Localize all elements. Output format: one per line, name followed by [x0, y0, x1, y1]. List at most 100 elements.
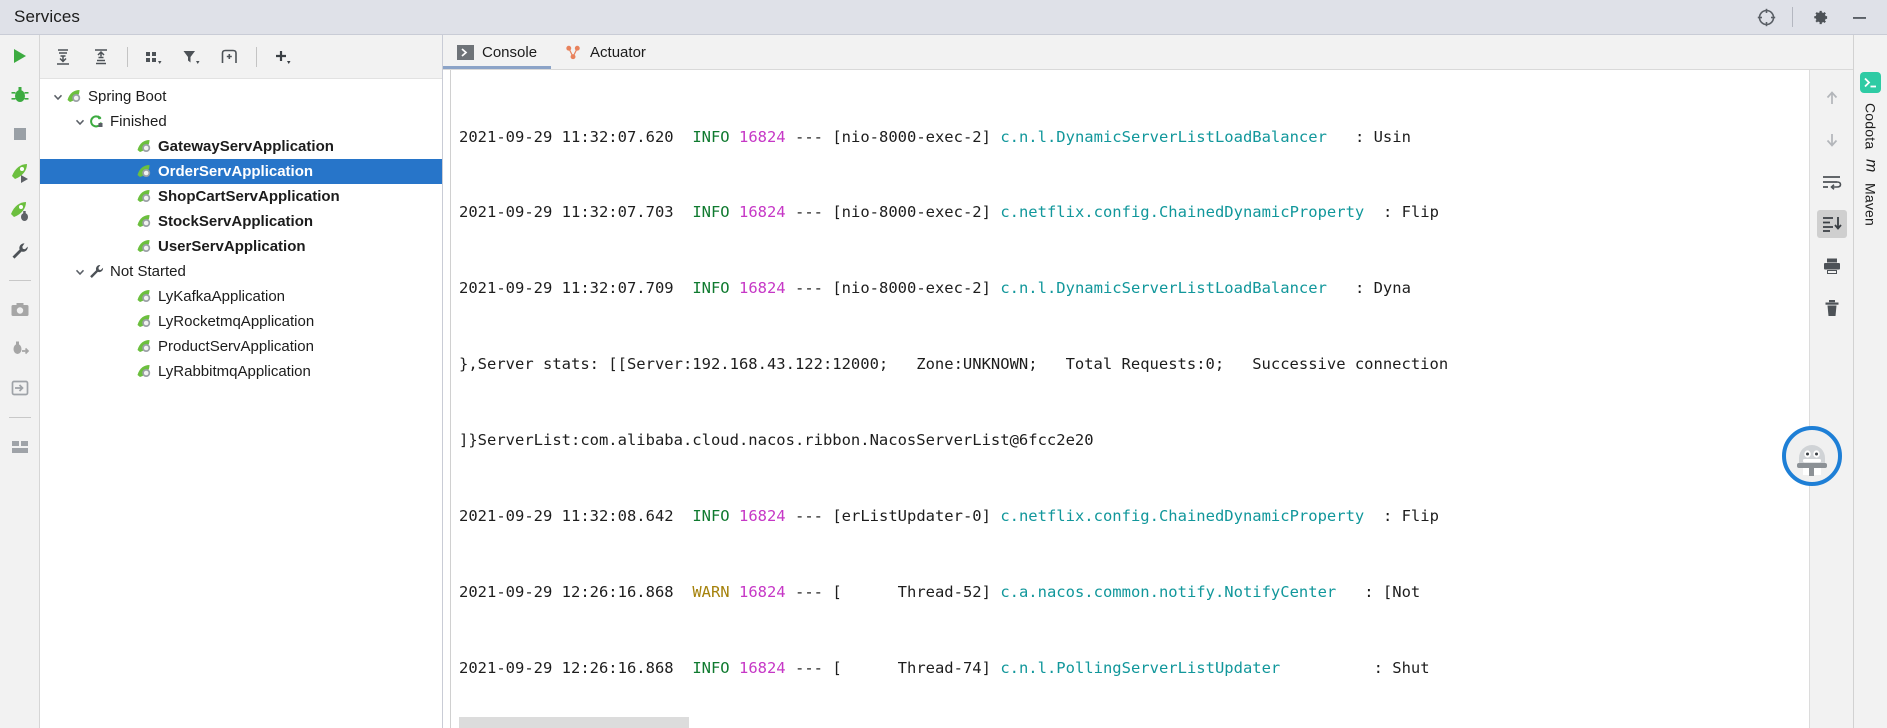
tree-node-label: StockServApplication	[158, 213, 314, 230]
log-message: : [Not	[1364, 582, 1421, 601]
tree-node-label: OrderServApplication	[158, 163, 314, 180]
log-logger: c.n.l.PollingServerListUpdater	[1000, 658, 1281, 677]
chevron-down-icon[interactable]	[50, 89, 66, 105]
spring-boot-icon	[136, 163, 153, 180]
log-message: : Flip	[1382, 203, 1439, 222]
soft-wrap-icon[interactable]	[1817, 168, 1847, 196]
tree-node-not-started[interactable]: Not Started	[40, 259, 442, 284]
toolbar-divider	[8, 280, 31, 281]
scroll-to-end-icon[interactable]	[1816, 210, 1847, 238]
log-timestamp: 2021-09-29 12:26:16.868	[459, 582, 674, 601]
services-tree[interactable]: Spring Boot Finished GatewayServApplicat…	[40, 79, 442, 728]
log-logger: c.netflix.config.ChainedDynamicProperty	[1000, 203, 1365, 222]
settings-icon[interactable]	[1799, 0, 1839, 34]
wrench-icon[interactable]	[7, 238, 33, 264]
add-tab-icon[interactable]	[213, 41, 247, 73]
tree-node-shopcartservapplication[interactable]: ShopCartServApplication	[40, 184, 442, 209]
log-timestamp: 2021-09-29 11:32:07.709	[459, 279, 674, 298]
tree-node-orderservapplication[interactable]: OrderServApplication	[40, 159, 442, 184]
title-bar: Services	[0, 0, 1887, 35]
up-arrow-icon[interactable]	[1817, 84, 1847, 112]
log-pid: 16824	[738, 582, 786, 601]
tree-node-lyrocketmqapplication[interactable]: LyRocketmqApplication	[40, 309, 442, 334]
tree-node-userservapplication[interactable]: UserServApplication	[40, 234, 442, 259]
tab-console[interactable]: Console	[443, 35, 552, 69]
log-level: INFO	[692, 203, 730, 222]
log-pid: 16824	[738, 658, 786, 677]
tree-node-spring-boot[interactable]: Spring Boot	[40, 84, 442, 109]
codota-icon[interactable]	[1860, 71, 1882, 93]
tree-node-label: Finished	[110, 113, 167, 130]
tree-node-label: ProductServApplication	[158, 338, 314, 355]
toolbar-divider	[127, 46, 128, 67]
attach-process-icon[interactable]	[7, 336, 33, 362]
tool-tab-codota[interactable]: Codota	[1863, 103, 1879, 149]
debug-dashboard-icon[interactable]	[7, 199, 33, 225]
tree-node-label: UserServApplication	[158, 238, 306, 255]
chevron-down-icon[interactable]	[72, 114, 88, 130]
tree-node-label: LyRabbitmqApplication	[158, 363, 311, 380]
log-thread: [ Thread-74]	[832, 658, 991, 677]
tab-actuator[interactable]: Actuator	[551, 35, 660, 69]
tree-node-stockservapplication[interactable]: StockServApplication	[40, 209, 442, 234]
console-line: 2021-09-29 12:26:16.868 WARN 16824 --- […	[459, 582, 1421, 601]
spring-boot-icon	[136, 313, 153, 330]
console-pane: Console Actuator 2021-09-29 11:32:07.620…	[443, 35, 1853, 728]
collapse-all-icon[interactable]	[84, 41, 118, 73]
log-timestamp: 2021-09-29 12:26:16.868	[459, 658, 674, 677]
run-icon[interactable]	[7, 43, 33, 69]
log-thread: [nio-8000-exec-2]	[832, 279, 991, 298]
tree-node-lyrabbitmqapplication[interactable]: LyRabbitmqApplication	[40, 359, 442, 384]
body: Spring Boot Finished GatewayServApplicat…	[0, 35, 1887, 728]
expand-all-icon[interactable]	[46, 41, 80, 73]
log-level: INFO	[692, 507, 730, 526]
log-pid: 16824	[738, 203, 786, 222]
log-thread: [erListUpdater-0]	[832, 507, 991, 526]
console-line: 2021-09-29 11:32:07.709 INFO 16824 --- […	[459, 279, 1411, 298]
stop-icon[interactable]	[7, 121, 33, 147]
console-line: 2021-09-29 11:32:07.620 INFO 16824 --- […	[459, 127, 1411, 146]
services-tool-window: Services Spring Boot Finished GatewaySer…	[0, 0, 1887, 728]
tree-node-lykafkaapplication[interactable]: LyKafkaApplication	[40, 284, 442, 309]
add-service-icon[interactable]	[266, 41, 300, 73]
grid-icon[interactable]	[7, 434, 33, 460]
console-output[interactable]: 2021-09-29 11:32:07.620 INFO 16824 --- […	[451, 70, 1809, 728]
left-action-toolbar	[0, 35, 40, 728]
tool-tab-maven[interactable]: Maven	[1863, 183, 1879, 226]
console-row: 2021-09-29 11:32:07.620 INFO 16824 --- […	[443, 70, 1853, 728]
log-pid: 16824	[738, 127, 786, 146]
log-thread: [nio-8000-exec-2]	[832, 127, 991, 146]
tree-node-gatewayservapplication[interactable]: GatewayServApplication	[40, 134, 442, 159]
spring-boot-icon	[136, 238, 153, 255]
console-tabs: Console Actuator	[443, 35, 1853, 70]
log-timestamp: 2021-09-29 11:32:08.642	[459, 507, 674, 526]
horizontal-scrollbar[interactable]	[459, 717, 689, 728]
assistant-robot-icon[interactable]	[1782, 426, 1842, 486]
log-thread: [nio-8000-exec-2]	[832, 203, 991, 222]
camera-icon[interactable]	[7, 297, 33, 323]
spring-boot-icon	[136, 213, 153, 230]
group-by-icon[interactable]	[137, 41, 171, 73]
trash-icon[interactable]	[1817, 294, 1847, 322]
log-logger: c.a.nacos.common.notify.NotifyCenter	[1000, 582, 1337, 601]
debug-icon[interactable]	[7, 82, 33, 108]
actuator-icon	[565, 44, 582, 61]
down-arrow-icon[interactable]	[1817, 126, 1847, 154]
run-dashboard-icon[interactable]	[7, 160, 33, 186]
tree-node-productservapplication[interactable]: ProductServApplication	[40, 334, 442, 359]
tree-node-label: Not Started	[110, 263, 186, 280]
filter-icon[interactable]	[175, 41, 209, 73]
console-icon	[457, 44, 474, 61]
toolbar-divider	[1792, 7, 1793, 27]
console-line: ]}ServerList:com.alibaba.cloud.nacos.rib…	[459, 431, 1094, 450]
log-logger: c.n.l.DynamicServerListLoadBalancer	[1000, 127, 1327, 146]
chevron-down-icon[interactable]	[72, 264, 88, 280]
import-icon[interactable]	[7, 375, 33, 401]
print-icon[interactable]	[1817, 252, 1847, 280]
log-message: : Dyna	[1354, 279, 1411, 298]
tree-node-finished[interactable]: Finished	[40, 109, 442, 134]
tab-label: Actuator	[590, 43, 646, 61]
minimize-icon[interactable]	[1839, 0, 1879, 34]
tree-node-label: ShopCartServApplication	[158, 188, 340, 205]
locate-icon[interactable]	[1746, 0, 1786, 34]
